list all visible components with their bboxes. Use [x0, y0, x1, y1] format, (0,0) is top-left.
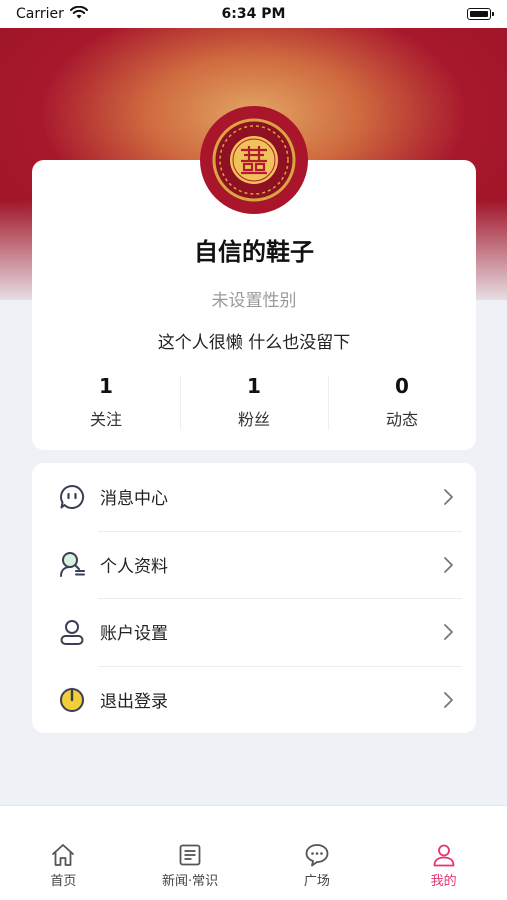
chevron-right-icon [444, 691, 453, 708]
battery-icon [467, 8, 494, 20]
status-time: 6:34 PM [221, 6, 286, 22]
chevron-right-icon [444, 624, 453, 640]
tab-mine[interactable]: 我的 [380, 806, 507, 900]
gender-label: 未设置性别 [211, 291, 297, 311]
news-icon [179, 844, 201, 866]
tab-bar: 首页 新闻·常识 广场 我的 [0, 805, 507, 900]
home-icon [52, 844, 75, 866]
chat-icon [305, 844, 329, 867]
double-happiness-icon [212, 118, 296, 202]
tab-label: 广场 [303, 874, 330, 889]
tab-news[interactable]: 新闻·常识 [127, 806, 254, 900]
chevron-right-icon [444, 489, 453, 505]
status-bar: Carrier 6:34 PM [0, 0, 507, 28]
stat-value: 1 [99, 374, 113, 398]
tab-label: 新闻·常识 [162, 874, 219, 889]
message-face-icon [58, 483, 86, 511]
menu-item-logout[interactable]: 退出登录 [32, 665, 476, 734]
stat-label: 关注 [89, 410, 122, 429]
menu-card: 消息中心 个人资料 账户设置 退出登录 [32, 463, 476, 733]
avatar[interactable] [200, 106, 308, 214]
tab-label: 首页 [50, 874, 77, 889]
menu-item-profile[interactable]: 个人资料 [32, 530, 476, 599]
username: 自信的鞋子 [194, 238, 314, 266]
user-icon [58, 618, 86, 646]
tab-square[interactable]: 广场 [254, 806, 381, 900]
bio-text: 这个人很懒 什么也没留下 [157, 333, 351, 353]
menu-item-label: 消息中心 [100, 489, 168, 510]
menu-item-account-settings[interactable]: 账户设置 [32, 598, 476, 666]
stat-following[interactable]: 1 关注 [32, 372, 180, 434]
stat-value: 1 [247, 374, 261, 398]
tab-home[interactable]: 首页 [0, 806, 127, 900]
stat-followers[interactable]: 1 粉丝 [180, 372, 328, 434]
profile-search-icon [58, 550, 86, 578]
power-icon [58, 685, 86, 713]
chevron-right-icon [444, 556, 453, 573]
stat-label: 动态 [385, 410, 418, 429]
stat-value: 0 [395, 374, 409, 398]
menu-item-label: 退出登录 [100, 691, 168, 712]
stat-posts[interactable]: 0 动态 [328, 372, 476, 434]
person-icon [433, 844, 455, 867]
stat-label: 粉丝 [237, 410, 270, 429]
menu-item-label: 账户设置 [100, 624, 168, 645]
tab-label: 我的 [430, 874, 457, 889]
menu-item-message-center[interactable]: 消息中心 [32, 463, 476, 531]
stats-row: 1 关注 1 粉丝 0 动态 [32, 372, 476, 434]
menu-item-label: 个人资料 [100, 556, 168, 577]
